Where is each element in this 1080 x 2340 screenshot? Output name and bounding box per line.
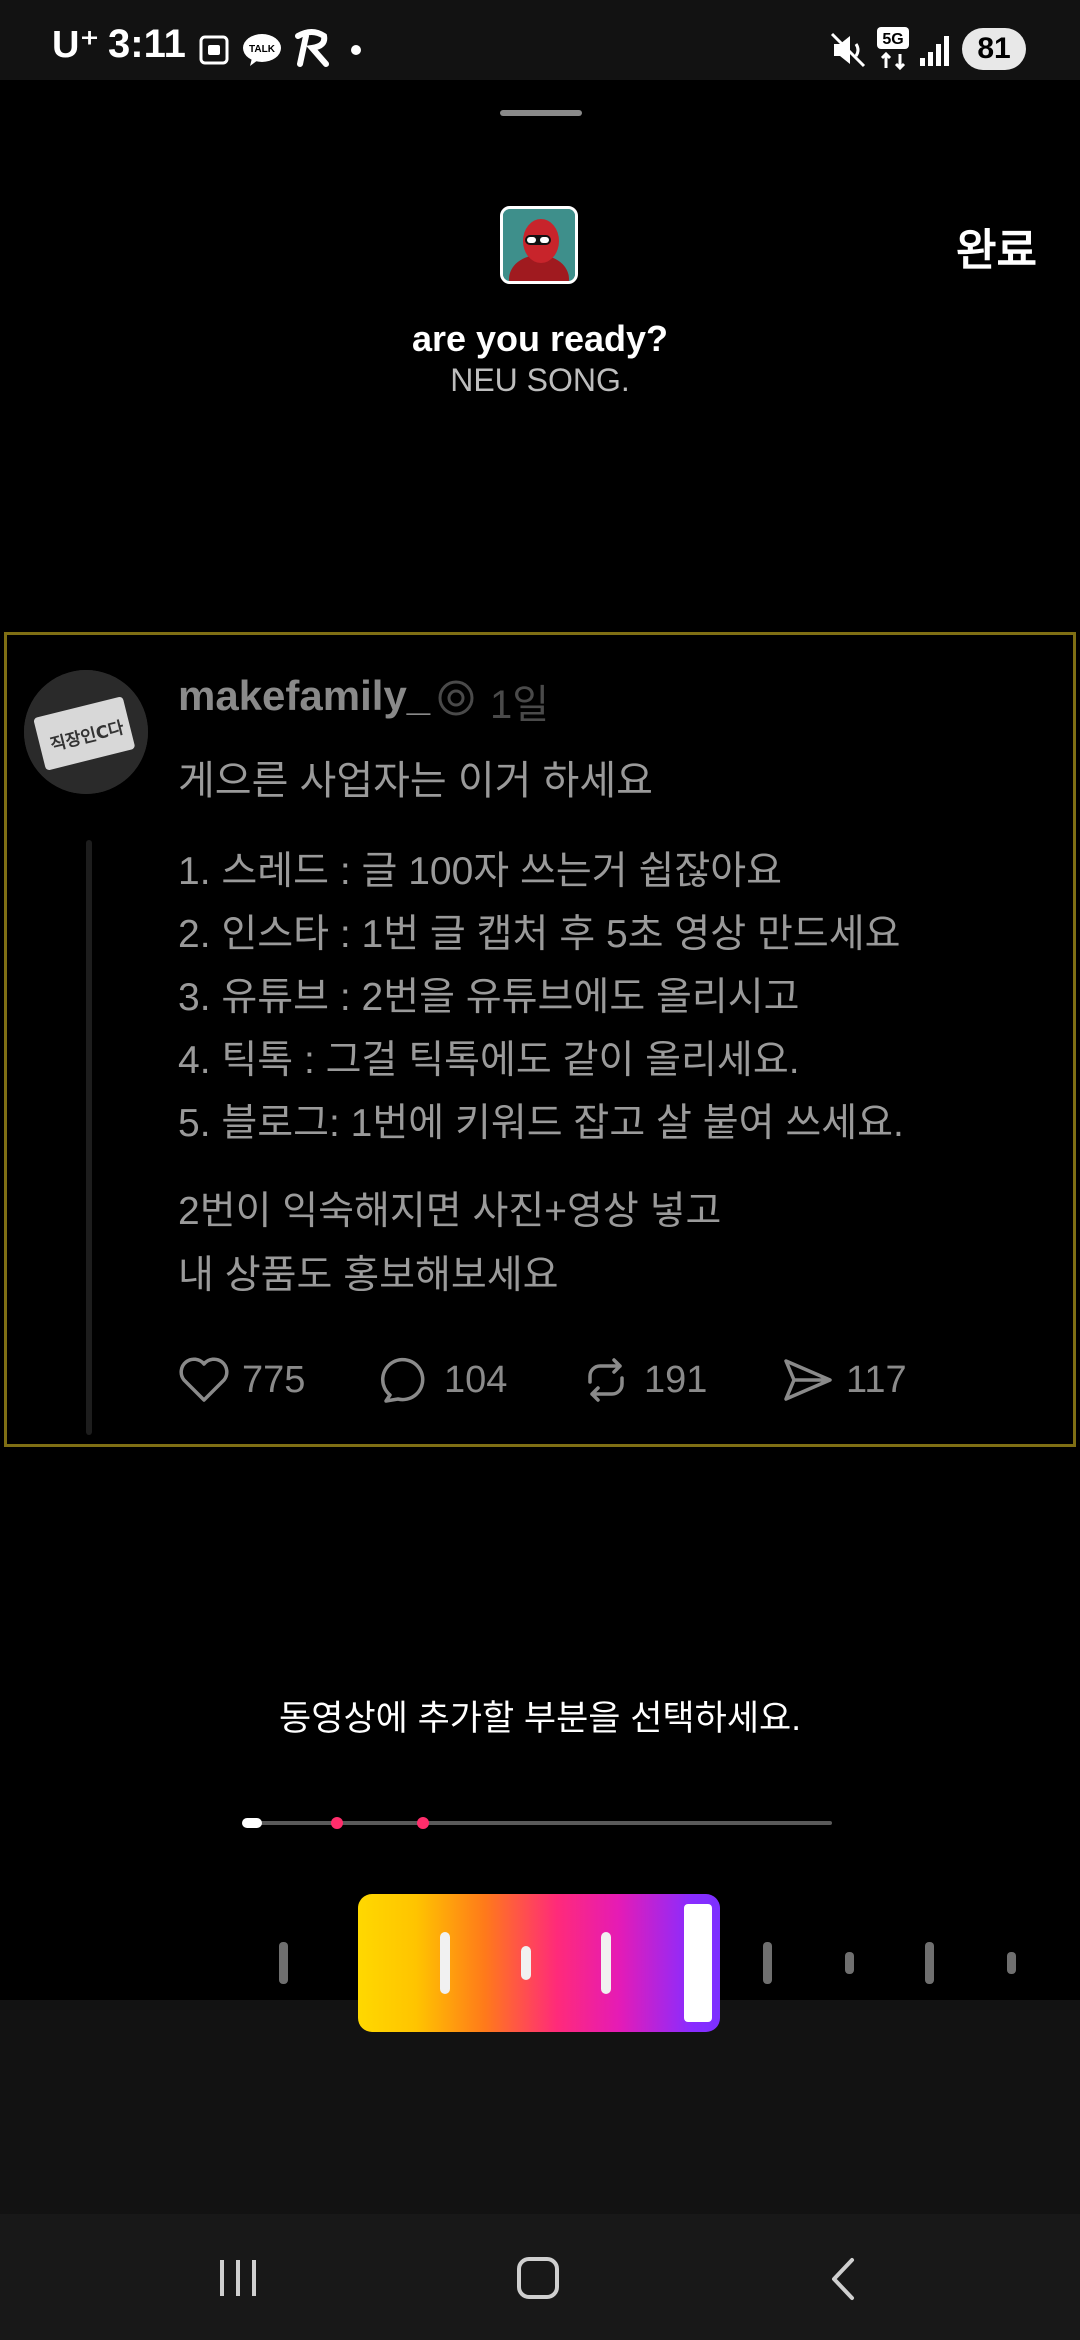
svg-text:5G: 5G xyxy=(882,31,903,48)
waveform-bar xyxy=(1007,1952,1016,1974)
username[interactable]: makefamily_ xyxy=(178,672,430,720)
list-item: 3. 유튜브 : 2번을 유튜브에도 올리시고 xyxy=(178,976,800,1019)
send-icon xyxy=(784,1359,832,1401)
comment-icon xyxy=(380,1357,425,1403)
album-art xyxy=(500,206,578,284)
waveform-bar xyxy=(925,1942,934,1984)
post-paragraph: 2번이 익숙해지면 사진+영상 넣고 내 상품도 홍보해보세요 xyxy=(178,1180,721,1308)
share-button[interactable]: 117 xyxy=(782,1350,907,1410)
instruction-text: 동영상에 추가할 부분을 선택하세요. xyxy=(279,1699,801,1738)
waveform-bar xyxy=(845,1952,854,1974)
mute-icon xyxy=(830,32,866,68)
post-headline: 게으른 사업자는 이거 하세요 xyxy=(178,759,653,803)
comment-count: 104 xyxy=(444,1358,508,1401)
timeline-marker[interactable] xyxy=(417,1817,429,1829)
waveform-bar xyxy=(440,1932,450,1994)
svg-text:TALK: TALK xyxy=(249,44,276,55)
home-icon[interactable] xyxy=(514,2254,564,2304)
share-count: 117 xyxy=(846,1358,907,1401)
carrier-label: U⁺ xyxy=(52,24,100,66)
editor-lower-panel xyxy=(0,2000,1080,2214)
audio-range-selector[interactable] xyxy=(358,1894,720,2032)
recent-apps-icon[interactable] xyxy=(216,2256,260,2300)
dot-icon xyxy=(351,45,361,55)
list-item: 4. 틱톡 : 그걸 틱톡에도 같이 올리세요. xyxy=(178,1039,800,1082)
paragraph-line: 내 상품도 홍보해보세요 xyxy=(178,1254,559,1297)
timeline-marker[interactable] xyxy=(331,1817,343,1829)
waveform-bar xyxy=(279,1942,288,1984)
timeline-position-marker[interactable] xyxy=(242,1818,262,1828)
repost-count: 191 xyxy=(644,1358,708,1401)
navigation-bar xyxy=(0,2214,1080,2340)
status-bar: U⁺ 3:11 TALK 5G 81 xyxy=(0,0,1080,80)
post-time: 1일 xyxy=(490,683,550,727)
screenshot-icon xyxy=(199,35,229,65)
range-handle[interactable] xyxy=(684,1904,712,2022)
heart-icon xyxy=(179,1357,229,1402)
threads-icon xyxy=(438,680,474,716)
waveform-bar xyxy=(601,1932,611,1994)
song-title: are you ready? xyxy=(411,318,669,359)
list-item: 5. 블로그: 1번에 키워드 잡고 살 붙여 쓰세요. xyxy=(178,1102,904,1145)
5g-icon: 5G xyxy=(877,27,909,71)
like-button[interactable]: 775 xyxy=(178,1350,305,1410)
signal-icon xyxy=(920,36,949,66)
waveform-bar xyxy=(763,1942,772,1984)
waveform-bar xyxy=(521,1946,531,1980)
song-artist: NEU SONG. xyxy=(450,362,630,398)
list-item: 1. 스레드 : 글 100자 쓰는거 쉽잖아요 xyxy=(178,850,783,893)
repost-button[interactable]: 191 xyxy=(580,1350,707,1410)
sheet-drag-handle[interactable] xyxy=(500,110,582,116)
post-list: 1. 스레드 : 글 100자 쓰는거 쉽잖아요 2. 인스타 : 1번 글 캡… xyxy=(178,840,904,1155)
comment-button[interactable]: 104 xyxy=(380,1350,507,1410)
like-count: 775 xyxy=(242,1358,306,1401)
paragraph-line: 2번이 익숙해지면 사진+영상 넣고 xyxy=(178,1190,722,1233)
app-r-icon xyxy=(295,29,329,67)
list-item: 2. 인스타 : 1번 글 캡처 후 5초 영상 만드세요 xyxy=(178,913,901,956)
kakaotalk-icon: TALK xyxy=(243,34,281,66)
back-icon[interactable] xyxy=(822,2254,862,2304)
battery-indicator: 81 xyxy=(962,28,1026,70)
done-button[interactable]: 완료 xyxy=(956,214,1037,278)
avatar: 직장인C다 xyxy=(24,670,148,794)
repost-icon xyxy=(588,1358,624,1402)
clock: 3:11 xyxy=(108,22,186,66)
thread-line xyxy=(86,840,92,1435)
